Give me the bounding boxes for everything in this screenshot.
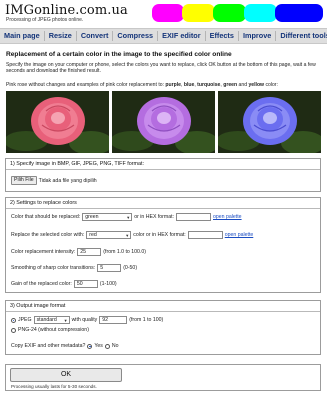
section-upload-heading: 1) Specify image in BMP, GIF, JPEG, PNG,… bbox=[6, 159, 320, 170]
section-upload: 1) Specify image in BMP, GIF, JPEG, PNG,… bbox=[5, 158, 321, 192]
replace-with-label: Replace the selected color with: bbox=[11, 232, 85, 238]
gain-input[interactable]: 50 bbox=[73, 280, 98, 288]
nav-convert[interactable]: Convert bbox=[77, 31, 114, 41]
jpeg-radio[interactable] bbox=[11, 317, 16, 323]
png-label: PNG-24 (without compression) bbox=[18, 327, 89, 333]
chevron-down-icon: ▼ bbox=[63, 317, 68, 323]
example-color-yellow: yellow bbox=[248, 82, 265, 88]
chevron-down-icon: ▼ bbox=[125, 232, 130, 238]
replace-hex-input[interactable] bbox=[176, 213, 212, 221]
jpeg-mode-select[interactable]: standard ▼ bbox=[33, 316, 70, 324]
intensity-input[interactable]: 25 bbox=[77, 248, 102, 256]
replace-color-select[interactable]: green ▼ bbox=[82, 213, 133, 221]
jpeg-label: JPEG bbox=[18, 317, 32, 323]
nav-compress[interactable]: Compress bbox=[113, 31, 159, 41]
nav-improve[interactable]: Improve bbox=[239, 31, 277, 41]
quality-input[interactable]: 92 bbox=[99, 316, 128, 324]
submit-section: OK Processing usually lasts for 5-30 sec… bbox=[5, 364, 321, 391]
green-blob bbox=[213, 4, 246, 22]
example-color-green: green bbox=[223, 82, 238, 88]
quality-range: (from 1 to 100) bbox=[129, 317, 164, 323]
choose-file-button[interactable]: Pilih File bbox=[11, 176, 37, 185]
replace-with-select[interactable]: red ▼ bbox=[86, 231, 132, 239]
replace-with-hex-input[interactable] bbox=[187, 231, 223, 239]
nav-main-page[interactable]: Main page bbox=[0, 31, 45, 41]
intensity-row: Color replacement intensity: 25 (from 1.… bbox=[11, 248, 148, 256]
open-palette-link[interactable]: open palette bbox=[213, 214, 242, 220]
png-radio[interactable] bbox=[11, 327, 16, 333]
processing-note: Processing usually lasts for 5-30 second… bbox=[11, 384, 97, 389]
intensity-label: Color replacement intensity: bbox=[11, 249, 76, 255]
example-color-turquoise: turquoise bbox=[197, 82, 221, 88]
rose-image-original bbox=[6, 91, 109, 153]
replace-color-row: Color that should be replaced: green ▼ or… bbox=[11, 213, 244, 221]
examples-separator: color: bbox=[264, 82, 278, 88]
color-blobs-banner bbox=[152, 4, 324, 24]
cyan-blob bbox=[244, 4, 277, 22]
intro-text: Specify the image on your computer or ph… bbox=[6, 62, 316, 75]
gain-row: Gain of the replaced color: 50 (1-100) bbox=[11, 280, 119, 288]
open-palette-link-2[interactable]: open palette bbox=[225, 232, 254, 238]
examples-caption: Pink rose without changes and examples o… bbox=[6, 82, 278, 88]
example-color-blue: blue bbox=[183, 82, 195, 88]
rose-image-purple bbox=[112, 91, 215, 153]
smoothing-input[interactable]: 5 bbox=[97, 264, 122, 272]
section-settings: 2) Settings to replace colors Color that… bbox=[5, 197, 321, 293]
or-hex-label-2: color or in HEX format: bbox=[133, 232, 186, 238]
exif-no-radio[interactable] bbox=[104, 343, 110, 349]
page-title: Replacement of a certain color in the im… bbox=[6, 51, 232, 58]
nav-effects[interactable]: Effects bbox=[206, 31, 239, 41]
example-color-purple: purple bbox=[165, 82, 181, 88]
file-status-text: Tidak ada file yang dipilih bbox=[38, 177, 97, 184]
exif-row: Copy EXIF and other metadata? Yes No bbox=[11, 343, 121, 349]
section-settings-heading: 2) Settings to replace colors bbox=[6, 198, 320, 209]
chevron-down-icon: ▼ bbox=[126, 214, 131, 220]
exif-yes-label: Yes bbox=[94, 343, 103, 349]
replace-with-row: Replace the selected color with: red ▼ co… bbox=[11, 231, 255, 239]
exif-label: Copy EXIF and other metadata? bbox=[11, 343, 86, 349]
site-tagline: Processing of JPEG photos online. bbox=[6, 17, 84, 23]
jpeg-row: JPEG standard ▼ with quality 92 (from 1 t… bbox=[11, 316, 165, 324]
examples-prefix: Pink rose without changes and examples o… bbox=[6, 82, 166, 88]
ok-button[interactable]: OK bbox=[10, 368, 122, 382]
exif-no-label: No bbox=[111, 343, 119, 349]
examples-separator: and bbox=[237, 82, 249, 88]
nav-different-tools[interactable]: Different tools bbox=[276, 31, 327, 41]
magenta-blob bbox=[152, 4, 184, 22]
blue-blob bbox=[275, 4, 323, 22]
section-output-heading: 3) Output image format bbox=[6, 301, 320, 312]
smoothing-label: Smoothing of sharp color transitions: bbox=[11, 265, 96, 271]
site-header: IMGonline.com.ua Processing of JPEG phot… bbox=[0, 0, 327, 28]
exif-yes-radio[interactable] bbox=[87, 343, 93, 349]
site-logo[interactable]: IMGonline.com.ua bbox=[5, 3, 128, 18]
gain-range: (1-100) bbox=[99, 281, 117, 287]
gain-label: Gain of the replaced color: bbox=[11, 281, 72, 287]
png-row: PNG-24 (without compression) bbox=[11, 327, 91, 333]
file-row: Pilih File Tidak ada file yang dipilih bbox=[11, 176, 99, 185]
replace-with-value: red bbox=[89, 232, 97, 238]
section-output: 3) Output image format JPEG standard ▼ wi… bbox=[5, 300, 321, 355]
replace-color-value: green bbox=[85, 214, 99, 220]
smoothing-row: Smoothing of sharp color transitions: 5 … bbox=[11, 264, 139, 272]
replace-color-label: Color that should be replaced: bbox=[11, 214, 81, 220]
smoothing-range: (0-50) bbox=[123, 265, 138, 271]
nav-resize[interactable]: Resize bbox=[45, 31, 77, 41]
or-hex-label: or in HEX format: bbox=[134, 214, 175, 220]
with-quality-label: with quality bbox=[71, 317, 98, 323]
nav-exif-editor[interactable]: EXIF editor bbox=[158, 31, 206, 41]
intensity-range: (from 1.0 to 100.0) bbox=[103, 249, 146, 255]
main-nav: Main page Resize Convert Compress EXIF e… bbox=[0, 28, 327, 44]
rose-image-blue bbox=[218, 91, 321, 153]
jpeg-mode-value: standard bbox=[36, 317, 57, 323]
yellow-blob bbox=[182, 4, 215, 22]
